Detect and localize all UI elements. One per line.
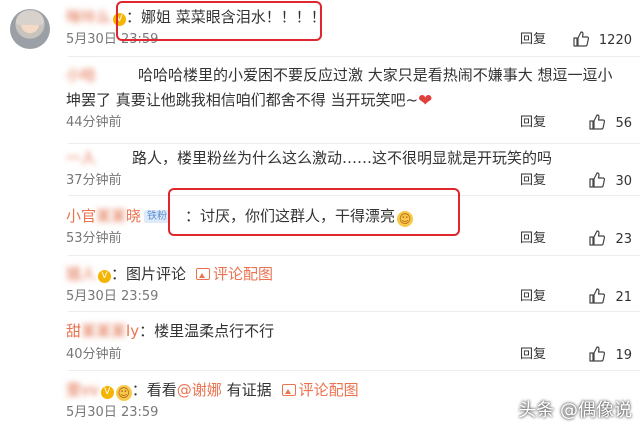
comment-actions: 回复 23 <box>432 230 632 248</box>
reply-button[interactable]: 回复 <box>520 288 546 306</box>
comment-actions: 回复 1220 <box>432 31 632 49</box>
highlight-box <box>168 188 460 236</box>
like-count: 56 <box>615 116 632 131</box>
image-icon <box>196 268 211 280</box>
comment-actions: 回复 19 <box>432 346 632 364</box>
highlight-box <box>116 1 322 41</box>
like-count: 19 <box>615 348 632 363</box>
comment-item: 猎人 V ：图片评论 评论配图 5月30日 23:59 回复 21 <box>0 256 640 311</box>
reply-button[interactable]: 回复 <box>520 172 546 190</box>
comment-line: 猎人 V ：图片评论 评论配图 <box>66 263 273 285</box>
comment-time: 53分钟前 <box>66 231 122 246</box>
like-count: 21 <box>615 290 632 305</box>
reply-button[interactable]: 回复 <box>520 114 546 132</box>
comment-text: ：看看 <box>131 381 177 399</box>
avatar[interactable] <box>10 9 50 49</box>
thumbs-up-icon <box>589 172 606 188</box>
heart-emoji: ❤ <box>418 91 433 111</box>
comment-image-link[interactable]: 评论配图 <box>299 381 359 399</box>
thumbs-up-icon <box>589 230 606 246</box>
watermark: 头条 @偶像说 <box>518 400 632 421</box>
username-blurred: 某某 <box>96 207 127 225</box>
laughing-face-emoji: ☺ <box>115 385 132 401</box>
comment-time: 44分钟前 <box>66 115 122 130</box>
username-suffix[interactable]: 晓 <box>126 207 141 225</box>
comment-text: ：图片评论 <box>111 265 187 283</box>
comment-item: 小哈 哈哈哈楼里的小爱困不要反应过激 大家只是看热闹不嫌事大 想逗一逗小 坤罢了 … <box>0 57 640 143</box>
like-button[interactable]: 30 <box>572 172 632 191</box>
comment-text: 有证据 <box>221 381 272 399</box>
thumbs-up-icon <box>589 114 606 130</box>
comment-line: 小哈 哈哈哈楼里的小爱困不要反应过激 大家只是看热闹不嫌事大 想逗一逗小 <box>66 64 613 86</box>
username[interactable]: 猎人 <box>66 265 96 283</box>
username[interactable]: 雯vv <box>66 381 99 399</box>
comment-line: 坤罢了 真要让他跳我相信咱们都舍不得 当开玩笑吧~❤ <box>66 89 432 112</box>
image-icon <box>281 384 296 396</box>
reply-button[interactable]: 回复 <box>520 230 546 248</box>
fan-badge: 铁粉 <box>144 210 171 223</box>
like-count: 1220 <box>598 33 632 48</box>
thumbs-up-icon <box>573 31 589 47</box>
comment-image-link[interactable]: 评论配图 <box>213 265 273 283</box>
comment-time: 5月30日 23:59 <box>66 289 159 304</box>
comment-actions: 回复 30 <box>432 172 632 190</box>
comment-time: 40分钟前 <box>66 347 122 362</box>
like-button[interactable]: 56 <box>572 114 632 133</box>
comment-line: 雯vv V ☺ ：看看@谢娜 有证据 评论配图 <box>66 379 359 401</box>
mention-link[interactable]: @谢娜 <box>177 381 222 399</box>
vip-icon: V <box>100 386 114 399</box>
thumbs-up-icon <box>589 288 606 304</box>
comment-text: 路人，楼里粉丝为什么这么激动……这不很明显就是开玩笑的吗 <box>132 149 553 167</box>
vip-icon: V <box>98 270 112 283</box>
comment-text: 哈哈哈楼里的小爱困不要反应过激 大家只是看热闹不嫌事大 想逗一逗小 <box>138 66 613 84</box>
like-button[interactable]: 1220 <box>572 31 632 50</box>
username-blurred: 某某某 <box>81 322 127 340</box>
comment-item: 甜某某某ly：楼里温柔点行不行 40分钟前 回复 19 <box>0 312 640 370</box>
comment-text: 坤罢了 真要让他跳我相信咱们都舍不得 当开玩笑吧~ <box>66 91 419 109</box>
like-button[interactable]: 19 <box>572 346 632 365</box>
comment-time: 5月30日 23:59 <box>66 405 159 420</box>
username[interactable]: 咪咔么 <box>66 8 111 26</box>
comment-list-screen: { "comments": [ { "username": "咪咔么", "te… <box>0 0 640 434</box>
like-count: 30 <box>615 174 632 189</box>
comment-line: 一人 路人，楼里粉丝为什么这么激动……这不很明显就是开玩笑的吗 <box>66 147 552 169</box>
comment-actions: 回复 56 <box>432 114 632 132</box>
like-count: 23 <box>615 232 632 247</box>
reply-button[interactable]: 回复 <box>520 31 546 49</box>
username-prefix[interactable]: 小官 <box>66 207 96 225</box>
reply-button[interactable]: 回复 <box>520 346 546 364</box>
like-button[interactable]: 21 <box>572 288 632 307</box>
comment-line: 甜某某某ly：楼里温柔点行不行 <box>66 320 274 342</box>
comment-time: 37分钟前 <box>66 173 122 188</box>
like-button[interactable]: 23 <box>572 230 632 249</box>
username-suffix[interactable]: ly <box>126 322 139 340</box>
comment-actions: 回复 21 <box>432 288 632 306</box>
comment-text: ：楼里温柔点行不行 <box>139 322 275 340</box>
thumbs-up-icon <box>589 346 606 362</box>
username-prefix[interactable]: 甜 <box>66 322 81 340</box>
username[interactable]: 小哈 <box>66 66 96 84</box>
username[interactable]: 一人 <box>66 149 96 167</box>
